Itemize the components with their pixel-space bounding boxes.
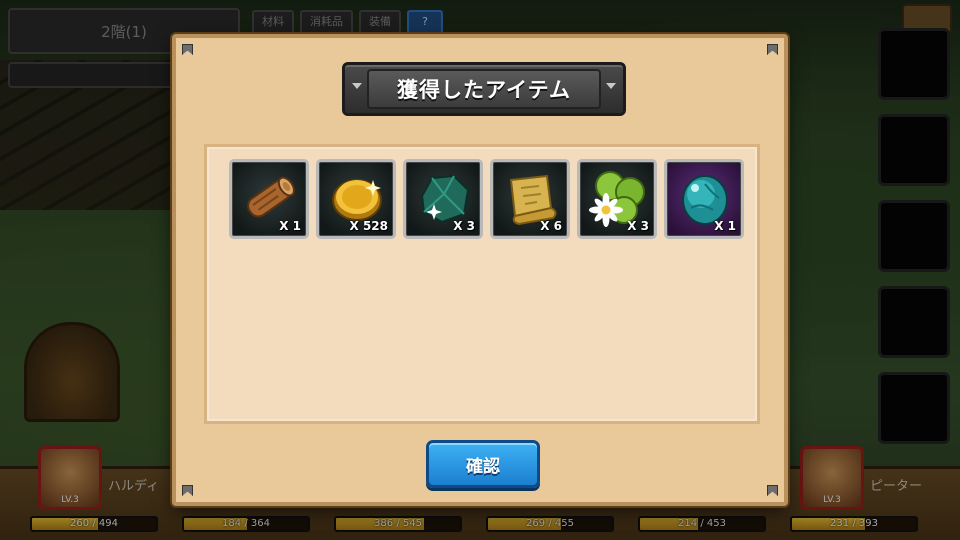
plate-arrow-icon: [352, 83, 362, 89]
confirm-button[interactable]: 確認: [426, 440, 540, 488]
item-slot[interactable]: X 3: [403, 159, 483, 239]
title-plate: 獲得したアイテム: [342, 62, 626, 116]
item-slot[interactable]: X 6: [490, 159, 570, 239]
item-slot[interactable]: X 1: [229, 159, 309, 239]
item-quantity: X 3: [453, 219, 475, 233]
dialog-title: 獲得したアイテム: [397, 78, 571, 102]
item-quantity: X 3: [627, 219, 649, 233]
item-slot[interactable]: X 528: [316, 159, 396, 239]
item-quantity: X 528: [349, 219, 388, 233]
item-reward-dialog: 獲得したアイテム X 1 X 528 X 3 X 6 X 3 X 1 確認: [172, 34, 788, 506]
item-row: X 1 X 528 X 3 X 6 X 3 X 1: [229, 159, 744, 239]
rivet-icon: [767, 485, 778, 496]
item-quantity: X 1: [279, 219, 301, 233]
rivet-icon: [182, 485, 193, 496]
plate-arrow-icon: [606, 83, 616, 89]
item-quantity: X 6: [540, 219, 562, 233]
title-inner: 獲得したアイテム: [367, 69, 601, 109]
rivet-icon: [182, 44, 193, 55]
rivet-icon: [767, 44, 778, 55]
item-quantity: X 1: [714, 219, 736, 233]
item-list-panel: X 1 X 528 X 3 X 6 X 3 X 1: [204, 144, 760, 424]
item-slot[interactable]: X 1: [664, 159, 744, 239]
item-slot[interactable]: X 3: [577, 159, 657, 239]
confirm-button-label: 確認: [466, 456, 500, 477]
